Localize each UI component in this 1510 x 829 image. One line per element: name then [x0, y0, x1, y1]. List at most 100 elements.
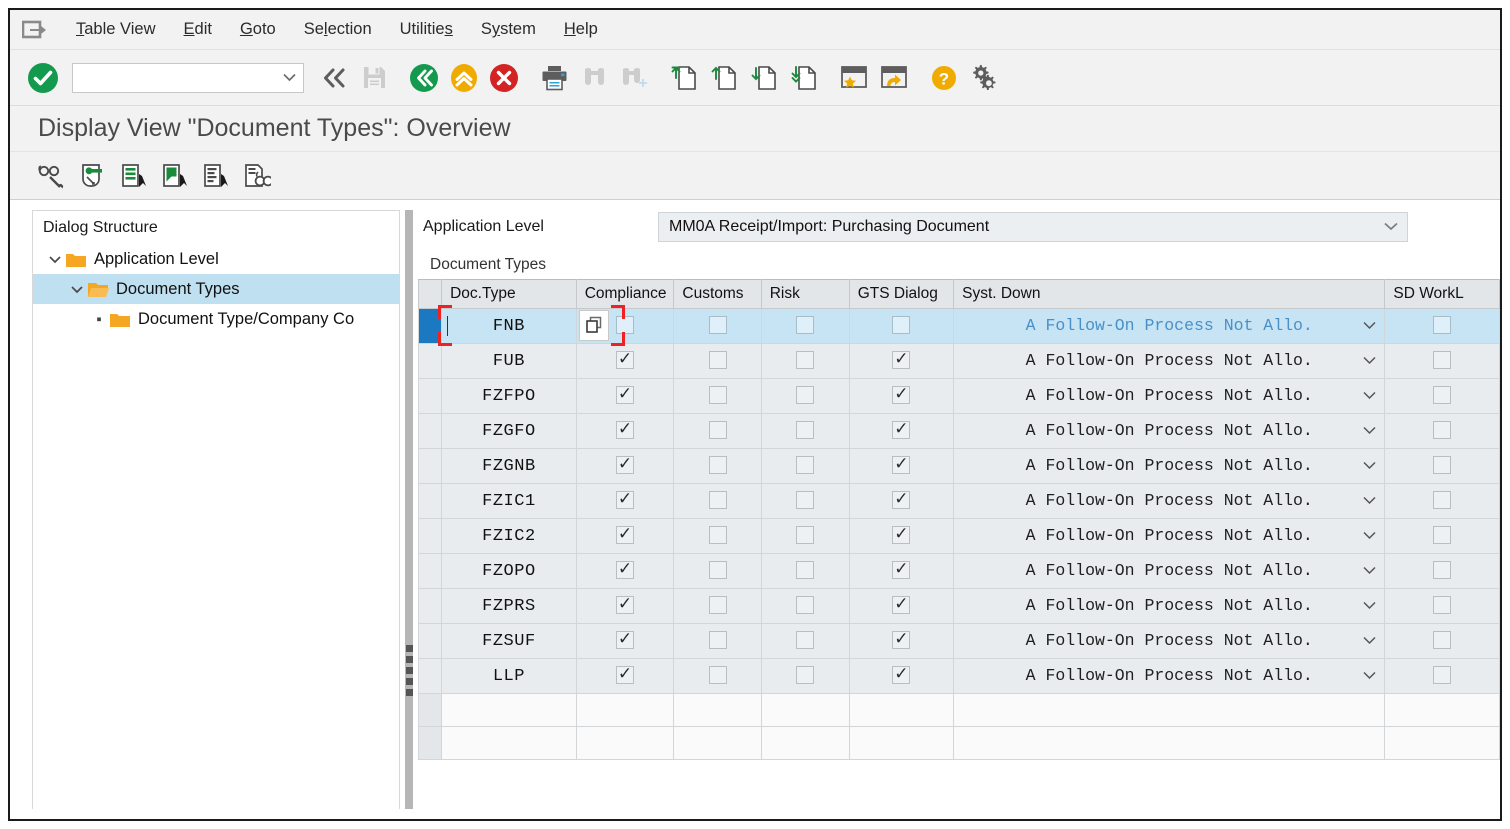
cell-compliance[interactable]	[575, 623, 675, 659]
checkbox-checked-icon[interactable]	[892, 456, 911, 475]
cell-systdown-dropdown[interactable]: A Follow-On Process Not Allo.	[953, 378, 1386, 414]
checkbox-unchecked-icon[interactable]	[1433, 491, 1452, 510]
cell-customs[interactable]	[673, 553, 762, 589]
cell-compliance[interactable]	[575, 378, 675, 414]
chevron-down-icon[interactable]	[67, 282, 87, 297]
create-shortcut-icon[interactable]	[837, 61, 871, 95]
cell-customs[interactable]	[673, 658, 762, 694]
cell-doctype[interactable]: FZPRS	[441, 588, 577, 624]
cell-risk[interactable]	[760, 518, 850, 554]
cell-doctype[interactable]: FZFPO	[441, 378, 577, 414]
cell-risk[interactable]	[760, 308, 850, 344]
table-row[interactable]: FZGFO A Follow-On Process Not Allo.	[418, 413, 1500, 449]
checkbox-unchecked-icon[interactable]	[708, 386, 727, 405]
chevron-down-icon[interactable]	[1363, 317, 1376, 336]
cell-systdown-dropdown[interactable]: A Follow-On Process Not Allo.	[953, 483, 1386, 519]
cell-customs[interactable]	[673, 623, 762, 659]
column-header-risk[interactable]: Risk	[760, 279, 850, 309]
checkbox-unchecked-icon[interactable]	[1433, 421, 1452, 440]
cell-sdworkl[interactable]	[1384, 518, 1500, 554]
cell-risk[interactable]	[760, 413, 850, 449]
cell-risk[interactable]	[760, 378, 850, 414]
checkbox-checked-icon[interactable]	[892, 526, 911, 545]
table-row[interactable]: FZFPO A Follow-On Process Not Allo.	[418, 378, 1500, 414]
menu-system[interactable]: System	[467, 16, 550, 43]
copy-as-icon[interactable]	[159, 161, 191, 191]
checkbox-unchecked-icon[interactable]	[1433, 526, 1452, 545]
history-back-icon[interactable]	[317, 61, 351, 95]
cell-risk[interactable]	[760, 658, 850, 694]
cell-doctype[interactable]: FZGFO	[441, 413, 577, 449]
checkbox-unchecked-icon[interactable]	[1433, 631, 1452, 650]
cell-compliance[interactable]	[575, 413, 675, 449]
cell-doctype[interactable]: FZGNB	[441, 448, 577, 484]
cell-systdown-dropdown[interactable]: A Follow-On Process Not Allo.	[953, 553, 1386, 589]
cancel-icon[interactable]	[487, 61, 521, 95]
table-row[interactable]: FZIC1 A Follow-On Process Not Allo.	[418, 483, 1500, 519]
checkbox-checked-icon[interactable]	[892, 386, 911, 405]
command-field[interactable]	[72, 62, 304, 93]
checkbox-checked-icon[interactable]	[892, 666, 911, 685]
checkbox-checked-icon[interactable]	[616, 631, 635, 650]
sap-system-menu-icon[interactable]	[21, 19, 48, 41]
cell-gtsdialog[interactable]	[848, 553, 955, 589]
cell-gtsdialog[interactable]	[848, 726, 955, 760]
cell-gtsdialog[interactable]	[848, 378, 955, 414]
chevron-down-icon[interactable]	[1363, 492, 1376, 511]
checkbox-unchecked-icon[interactable]	[708, 666, 727, 685]
checkbox-unchecked-icon[interactable]	[616, 316, 635, 335]
cell-gtsdialog[interactable]	[848, 413, 955, 449]
cell-customs[interactable]	[673, 726, 762, 760]
checkbox-checked-icon[interactable]	[892, 596, 911, 615]
cell-systdown-dropdown[interactable]: A Follow-On Process Not Allo.	[953, 658, 1386, 694]
row-selector-cell[interactable]	[418, 518, 443, 554]
checkbox-unchecked-icon[interactable]	[796, 386, 815, 405]
cell-customs[interactable]	[673, 308, 762, 344]
row-selector-cell[interactable]	[418, 448, 443, 484]
table-row[interactable]: FZGNB A Follow-On Process Not Allo.	[418, 448, 1500, 484]
application-level-dropdown[interactable]: MM0A Receipt/Import: Purchasing Document	[658, 212, 1408, 242]
cell-compliance[interactable]	[575, 588, 675, 624]
details-icon[interactable]	[200, 161, 232, 191]
checkbox-unchecked-icon[interactable]	[796, 351, 815, 370]
checkbox-unchecked-icon[interactable]	[796, 316, 815, 335]
cell-compliance[interactable]	[575, 726, 675, 760]
cell-risk[interactable]	[760, 448, 850, 484]
cell-doctype[interactable]: FZOPO	[441, 553, 577, 589]
cell-systdown-dropdown[interactable]: A Follow-On Process Not Allo.	[953, 343, 1386, 379]
checkbox-checked-icon[interactable]	[892, 561, 911, 580]
checkbox-checked-icon[interactable]	[616, 491, 635, 510]
menu-goto[interactable]: Goto	[226, 16, 290, 43]
cell-sdworkl[interactable]	[1384, 413, 1500, 449]
checkbox-unchecked-icon[interactable]	[796, 631, 815, 650]
cell-gtsdialog[interactable]	[848, 448, 955, 484]
cell-customs[interactable]	[673, 693, 762, 727]
table-row[interactable]: FZIC2 A Follow-On Process Not Allo.	[418, 518, 1500, 554]
cell-compliance[interactable]	[575, 448, 675, 484]
chevron-down-icon[interactable]	[1363, 562, 1376, 581]
column-header-customs[interactable]: Customs	[673, 279, 762, 309]
cell-sdworkl[interactable]	[1384, 553, 1500, 589]
cell-customs[interactable]	[673, 343, 762, 379]
table-row[interactable]: FUB A Follow-On Process Not Allo.	[418, 343, 1500, 379]
checkbox-unchecked-icon[interactable]	[1433, 316, 1452, 335]
back-icon[interactable]	[407, 61, 441, 95]
checkbox-unchecked-icon[interactable]	[1433, 666, 1452, 685]
checkbox-unchecked-icon[interactable]	[1433, 351, 1452, 370]
cell-systdown-dropdown[interactable]: A Follow-On Process Not Allo.	[953, 623, 1386, 659]
checkbox-unchecked-icon[interactable]	[796, 491, 815, 510]
cell-risk[interactable]	[760, 693, 850, 727]
row-selector-cell[interactable]	[418, 553, 443, 589]
cell-compliance[interactable]	[575, 693, 675, 727]
print-icon[interactable]	[537, 61, 571, 95]
checkbox-unchecked-icon[interactable]	[708, 351, 727, 370]
table-row[interactable]: FZPRS A Follow-On Process Not Allo.	[418, 588, 1500, 624]
cell-sdworkl[interactable]	[1384, 378, 1500, 414]
cell-doctype[interactable]: FZIC1	[441, 483, 577, 519]
cell-doctype[interactable]	[441, 693, 577, 727]
checkbox-unchecked-icon[interactable]	[708, 631, 727, 650]
cell-sdworkl[interactable]	[1384, 693, 1500, 727]
checkbox-checked-icon[interactable]	[892, 491, 911, 510]
cell-gtsdialog[interactable]	[848, 483, 955, 519]
tree-item-application-level[interactable]: Application Level	[33, 244, 399, 274]
